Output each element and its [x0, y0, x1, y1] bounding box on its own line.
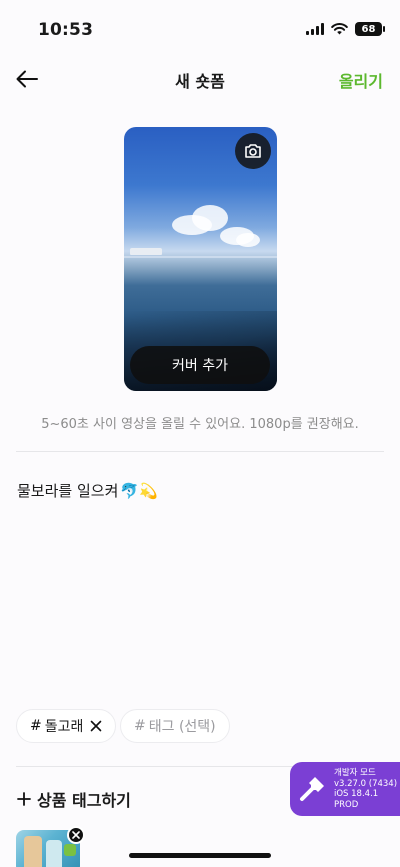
- remove-product-button[interactable]: [67, 826, 85, 844]
- upload-button[interactable]: 올리기: [339, 68, 383, 92]
- divider: [16, 451, 384, 452]
- caption-input[interactable]: 물보라를 일으켜 🐬💫: [17, 480, 158, 501]
- status-icons: 68: [306, 22, 385, 36]
- camera-icon: [245, 144, 261, 158]
- caption-emoji: 🐬💫: [120, 481, 158, 500]
- status-time: 10:53: [38, 20, 94, 40]
- product-tag-label: 상품 태그하기: [37, 791, 131, 810]
- video-preview[interactable]: 커버 추가: [124, 127, 277, 391]
- tag-placeholder: 태그 (선택): [148, 719, 216, 735]
- developer-mode-info: 개발자 모드 v3.27.0 (7434) iOS 18.4.1 PROD: [334, 768, 398, 810]
- tag-chip[interactable]: # 돌고래: [16, 709, 117, 743]
- battery-icon: 68: [355, 22, 385, 36]
- add-tag-input[interactable]: # 태그 (선택): [120, 709, 230, 743]
- hash-icon: #: [134, 718, 146, 734]
- hammer-icon: [300, 777, 324, 801]
- plus-icon: [17, 792, 31, 806]
- add-cover-button[interactable]: 커버 추가: [130, 346, 270, 384]
- tag-label: 돌고래: [44, 719, 84, 735]
- ship-image: [130, 248, 162, 255]
- developer-mode-badge[interactable]: 개발자 모드 v3.27.0 (7434) iOS 18.4.1 PROD: [290, 762, 400, 816]
- cellular-signal-icon: [306, 23, 324, 35]
- hash-icon: #: [30, 718, 42, 734]
- close-icon: [72, 831, 80, 839]
- camera-button[interactable]: [235, 133, 271, 169]
- add-product-tag-button[interactable]: 상품 태그하기: [17, 787, 131, 811]
- caption-text: 물보라를 일으켜: [17, 482, 119, 500]
- close-icon[interactable]: [90, 720, 102, 732]
- upload-hint: 5~60초 사이 영상을 올릴 수 있어요. 1080p를 권장해요.: [41, 417, 359, 432]
- home-indicator: [129, 853, 271, 858]
- wifi-icon: [331, 23, 348, 35]
